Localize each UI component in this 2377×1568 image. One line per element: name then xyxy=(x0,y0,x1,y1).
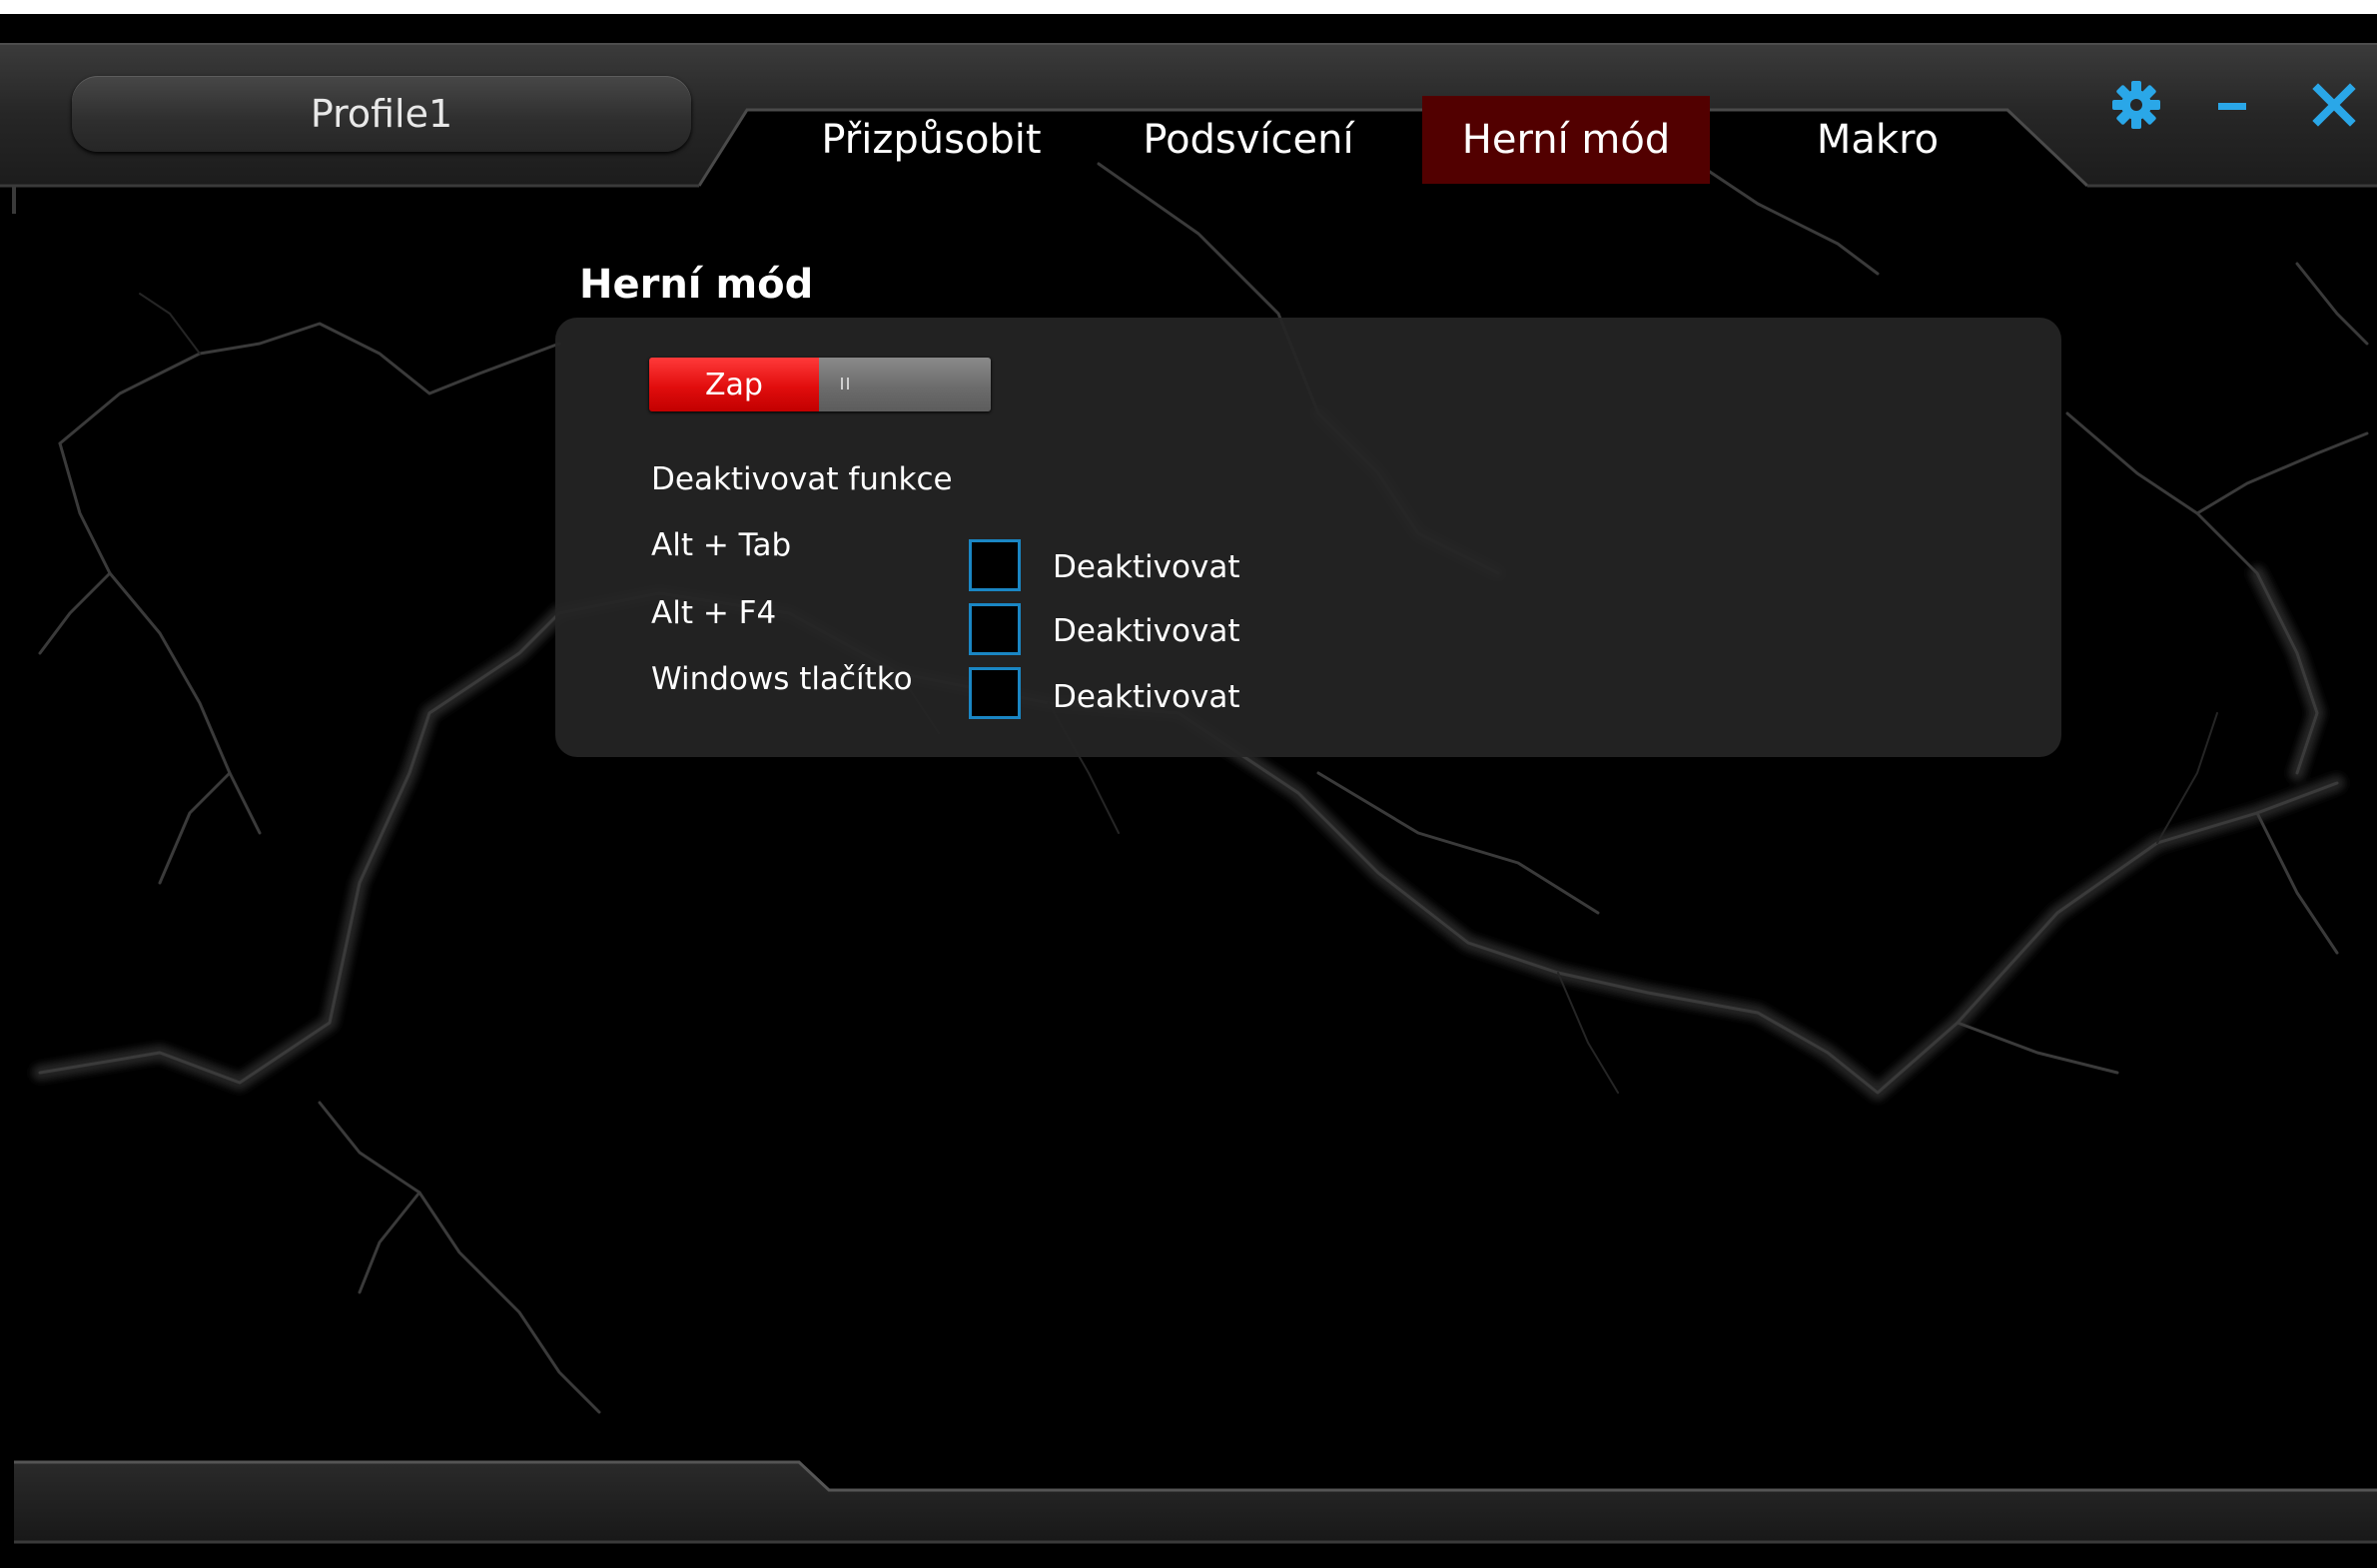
profile-name: Profile1 xyxy=(310,92,453,136)
section-title: Herní mód xyxy=(579,262,814,308)
option-label-alt-tab: Alt + Tab xyxy=(651,527,792,563)
minimize-button[interactable] xyxy=(2197,70,2267,140)
checkbox-disable-windows-key[interactable] xyxy=(969,667,1021,719)
tab-game-mode[interactable]: Herní mód xyxy=(1422,96,1710,184)
tab-lighting[interactable]: Podsvícení xyxy=(1109,96,1388,184)
minimize-icon xyxy=(2218,103,2246,110)
tab-label: Přizpůsobit xyxy=(821,117,1042,163)
tab-label: Podsvícení xyxy=(1143,117,1354,163)
toggle-knob xyxy=(819,358,991,411)
profile-selector[interactable]: Profile1 xyxy=(72,76,691,152)
lightning-background xyxy=(32,162,2369,1414)
checkbox-label[interactable]: Deaktivovat xyxy=(1053,613,1239,649)
close-button[interactable] xyxy=(2299,70,2369,140)
grip-icon xyxy=(841,378,849,390)
app-window: Profile1 Přizpůsobit Podsvícení Herní mó… xyxy=(0,14,2377,1568)
tab-macro[interactable]: Makro xyxy=(1758,96,1997,184)
checkbox-label[interactable]: Deaktivovat xyxy=(1053,549,1239,585)
tab-label: Herní mód xyxy=(1461,117,1671,163)
game-mode-panel: Zap Deaktivovat funkce Alt + Tab Deaktiv… xyxy=(555,318,2061,757)
settings-button[interactable] xyxy=(2101,70,2171,140)
tab-customize[interactable]: Přizpůsobit xyxy=(799,96,1064,184)
checkbox-disable-alt-f4[interactable] xyxy=(969,603,1021,655)
tab-label: Makro xyxy=(1816,117,1940,163)
disable-functions-heading: Deaktivovat funkce xyxy=(651,461,953,497)
close-icon xyxy=(2312,83,2356,127)
option-label-alt-f4: Alt + F4 xyxy=(651,595,777,631)
option-label-windows-key: Windows tlačítko xyxy=(651,661,913,697)
checkbox-label[interactable]: Deaktivovat xyxy=(1053,679,1239,715)
game-mode-toggle[interactable]: Zap xyxy=(649,358,991,411)
gear-icon xyxy=(2112,81,2160,129)
toggle-on-label: Zap xyxy=(649,358,819,411)
checkbox-disable-alt-tab[interactable] xyxy=(969,539,1021,591)
